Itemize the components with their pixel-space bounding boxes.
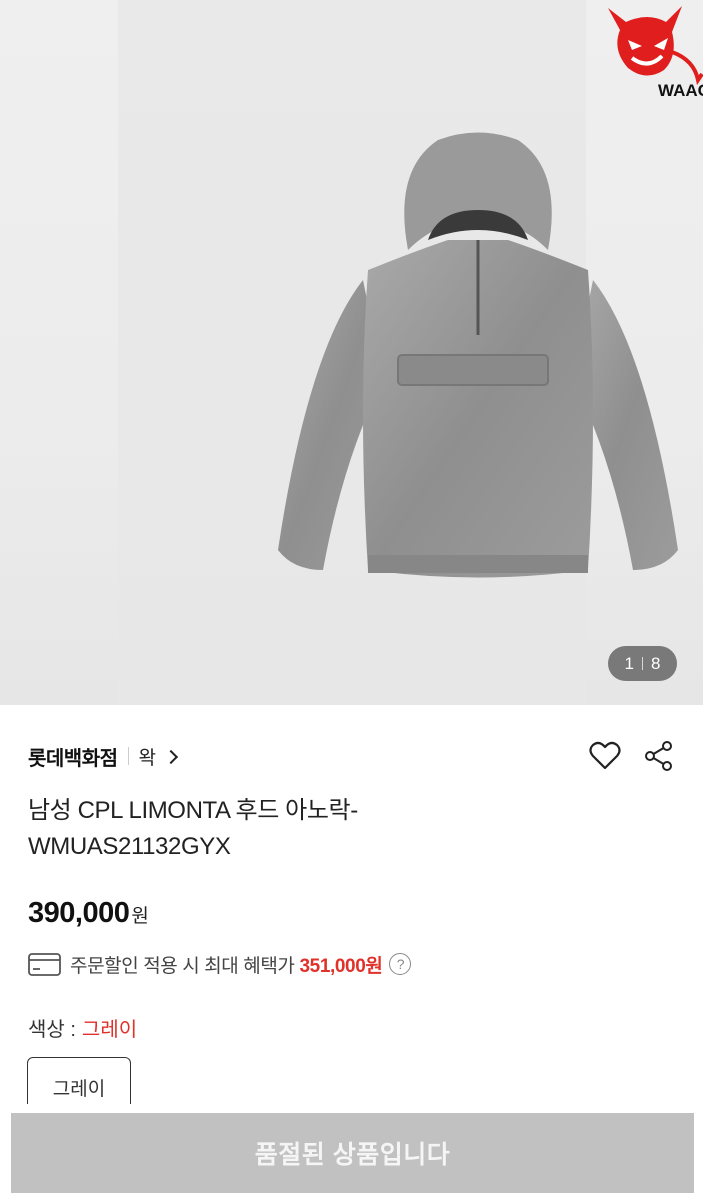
current-page: 1 xyxy=(624,653,634,673)
product-title: 남성 CPL LIMONTA 후드 아노락-WMUAS21132GYX xyxy=(28,797,358,860)
benefit-text: 주문할인 적용 시 최대 혜택가 xyxy=(70,955,295,977)
selected-color: 그레이 xyxy=(81,1019,138,1041)
chevron-right-icon xyxy=(163,749,179,764)
help-icon[interactable]: ? xyxy=(389,953,412,975)
heart-icon xyxy=(589,741,621,770)
benefit-row: 주문할인 적용 시 최대 혜택가 351,000원 ? xyxy=(28,949,412,979)
store-name[interactable]: 롯데백화점 xyxy=(28,742,118,771)
product-price: 390,000 xyxy=(28,897,130,929)
store-brand-row: 롯데백화점 왁 xyxy=(28,738,179,774)
image-page-counter: 1 8 xyxy=(608,646,677,681)
svg-text:WAAC: WAAC xyxy=(658,81,703,100)
total-pages: 8 xyxy=(651,653,661,673)
color-label: 색상 : xyxy=(28,1019,76,1041)
store-divider xyxy=(127,747,129,765)
card-icon xyxy=(28,952,61,976)
brand-logo: WAAC xyxy=(608,6,703,100)
share-button[interactable] xyxy=(642,739,676,773)
share-icon xyxy=(645,741,672,771)
product-image-gallery[interactable]: WAAC xyxy=(0,0,703,705)
price-unit: 원 xyxy=(131,906,149,927)
benefit-price: 351,000원 xyxy=(299,955,383,977)
sold-out-button[interactable]: 품절된 상품입니다 xyxy=(11,1113,694,1193)
bottom-bar: 품절된 상품입니다 xyxy=(0,1104,703,1200)
price-row: 390,000 원 xyxy=(28,897,149,930)
brand-link-label: 왁 xyxy=(138,747,156,769)
product-photo: WAAC xyxy=(118,0,703,705)
wishlist-button[interactable] xyxy=(588,739,622,773)
color-option-row: 색상 : 그레이 xyxy=(28,1013,137,1042)
counter-separator xyxy=(642,657,643,670)
brand-link[interactable]: 왁 xyxy=(138,743,179,770)
jacket-image xyxy=(278,132,678,578)
